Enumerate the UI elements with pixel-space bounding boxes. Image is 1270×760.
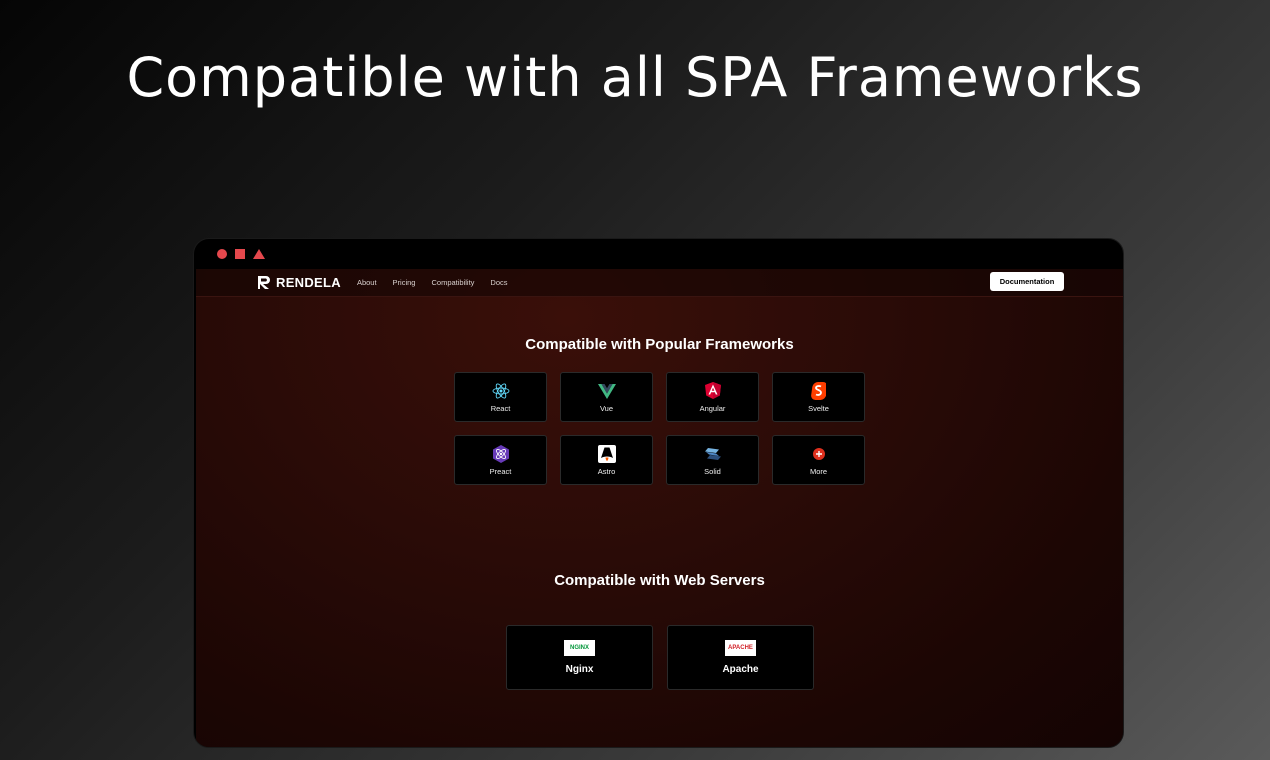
site-navbar: RENDELA About Pricing Compatibility Docs… <box>196 269 1123 297</box>
documentation-button[interactable]: Documentation <box>990 272 1064 291</box>
nginx-logo-icon: NGINX <box>564 640 595 656</box>
triangle-icon[interactable] <box>253 249 265 259</box>
framework-label: Astro <box>597 466 616 476</box>
server-card-nginx[interactable]: NGINX Nginx <box>506 625 653 690</box>
framework-label: Preact <box>489 466 512 476</box>
framework-label: Vue <box>599 403 614 413</box>
page-headline: Compatible with all SPA Frameworks <box>126 46 1144 109</box>
framework-label: Solid <box>704 466 721 476</box>
framework-card-angular[interactable]: Angular <box>666 372 759 422</box>
framework-label: Angular <box>699 403 726 413</box>
frameworks-grid: React Vue Angular Svelte Preact Astro So… <box>454 372 865 485</box>
framework-label: More <box>809 466 828 476</box>
preact-icon <box>492 444 510 463</box>
framework-label: React <box>490 403 511 413</box>
framework-card-more[interactable]: More <box>772 435 865 485</box>
window-controls <box>217 249 265 259</box>
servers-title: Compatible with Web Servers <box>554 572 765 589</box>
apache-logo-icon: APACHE <box>725 640 756 656</box>
brand-logo[interactable]: RENDELA <box>257 275 341 290</box>
server-label: Apache <box>722 664 759 675</box>
framework-card-vue[interactable]: Vue <box>560 372 653 422</box>
square-icon[interactable] <box>235 249 245 259</box>
framework-card-astro[interactable]: Astro <box>560 435 653 485</box>
solid-icon <box>704 445 722 463</box>
site-viewport: RENDELA About Pricing Compatibility Docs… <box>196 269 1123 747</box>
more-icon <box>810 445 828 463</box>
svelte-icon <box>810 381 828 400</box>
servers-row: NGINX Nginx APACHE Apache <box>506 625 814 690</box>
react-icon <box>492 382 510 400</box>
framework-card-svelte[interactable]: Svelte <box>772 372 865 422</box>
framework-card-preact[interactable]: Preact <box>454 435 547 485</box>
framework-card-solid[interactable]: Solid <box>666 435 759 485</box>
server-card-apache[interactable]: APACHE Apache <box>667 625 814 690</box>
vue-icon <box>597 382 616 400</box>
server-label: Nginx <box>565 664 594 675</box>
browser-window: RENDELA About Pricing Compatibility Docs… <box>193 238 1124 748</box>
nav-link-docs[interactable]: Docs <box>490 278 507 287</box>
astro-icon <box>597 444 616 463</box>
close-dot-icon[interactable] <box>217 249 227 259</box>
nav-link-compatibility[interactable]: Compatibility <box>431 278 474 287</box>
framework-label: Svelte <box>808 403 829 413</box>
angular-icon <box>704 382 722 400</box>
nav-link-about[interactable]: About <box>357 278 377 287</box>
rendela-logo-icon <box>258 276 270 289</box>
nav-link-pricing[interactable]: Pricing <box>393 278 416 287</box>
frameworks-title: Compatible with Popular Frameworks <box>525 336 794 353</box>
brand-name: RENDELA <box>276 275 341 290</box>
framework-card-react[interactable]: React <box>454 372 547 422</box>
